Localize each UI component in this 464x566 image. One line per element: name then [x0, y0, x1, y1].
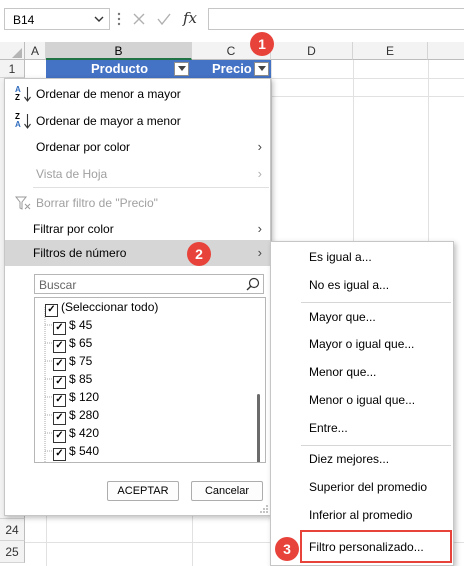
- row-header-25[interactable]: 25: [0, 541, 25, 563]
- menu-item-number-filters[interactable]: Filtros de número ›: [5, 240, 270, 266]
- submenu-item-greater-than[interactable]: Mayor que...: [309, 306, 376, 328]
- filter-active-button[interactable]: [254, 62, 269, 76]
- submenu-item-between[interactable]: Entre...: [309, 417, 348, 439]
- submenu-item-equals[interactable]: Es igual a...: [309, 246, 372, 268]
- filter-menu: A Z Ordenar de menor a mayor Z A Ordenar…: [4, 78, 271, 516]
- list-item[interactable]: ✓ $ 540: [53, 442, 99, 461]
- accept-button[interactable]: ACEPTAR: [107, 481, 179, 501]
- submenu-item-below-average[interactable]: Inferior al promedio: [309, 504, 412, 526]
- more-icon[interactable]: [116, 11, 122, 27]
- submenu-item-above-average[interactable]: Superior del promedio: [309, 476, 427, 498]
- menu-item-sort-asc[interactable]: A Z Ordenar de menor a mayor: [5, 81, 270, 107]
- step-badge-3: 3: [275, 537, 299, 561]
- number-filters-submenu: Es igual a... No es igual a... Mayor que…: [270, 241, 454, 566]
- search-icon: [246, 277, 260, 291]
- table-header-label: Producto: [91, 61, 149, 76]
- menu-item-sort-by-color[interactable]: Ordenar por color ›: [5, 134, 270, 160]
- menu-item-clear-filter: Borrar filtro de "Precio": [5, 190, 270, 216]
- search-placeholder: Buscar: [39, 278, 77, 292]
- column-header-b[interactable]: B: [46, 42, 192, 60]
- list-item[interactable]: ✓ $ 120: [53, 388, 99, 407]
- sort-descending-icon: Z A: [15, 112, 33, 130]
- menu-item-filter-by-color[interactable]: Filtrar por color ›: [5, 216, 270, 242]
- checkbox-checked-icon: ✓: [53, 448, 66, 461]
- name-box-value: B14: [13, 13, 35, 27]
- value-list: ✓ (Seleccionar todo) ✓ $ 45 ✓ $ 65 ✓ $ 75 ✓ $…: [34, 297, 266, 463]
- formula-input[interactable]: [208, 8, 464, 30]
- list-item-select-all[interactable]: ✓ (Seleccionar todo): [45, 298, 158, 317]
- name-box[interactable]: B14: [4, 8, 110, 30]
- column-header-d[interactable]: D: [271, 42, 353, 60]
- submenu-item-not-equals[interactable]: No es igual a...: [309, 274, 389, 296]
- dropdown-arrow-icon: [258, 66, 266, 71]
- menu-divider: [301, 302, 451, 303]
- submenu-item-less-or-equal[interactable]: Menor o igual que...: [309, 389, 415, 411]
- menu-item-label: Ordenar de mayor a menor: [36, 114, 181, 128]
- list-item[interactable]: ✓ $ 280: [53, 406, 99, 425]
- submenu-item-top-ten[interactable]: Diez mejores...: [309, 448, 389, 470]
- cancel-button[interactable]: Cancelar: [191, 481, 263, 501]
- column-header-f[interactable]: [428, 42, 464, 60]
- list-item[interactable]: ✓ $ 75: [53, 352, 92, 371]
- highlight-box: [300, 530, 452, 563]
- step-badge-1: 1: [250, 32, 274, 56]
- list-item[interactable]: ✓ $ 85: [53, 370, 92, 389]
- submenu-item-greater-or-equal[interactable]: Mayor o igual que...: [309, 333, 414, 355]
- column-header-e[interactable]: E: [353, 42, 428, 60]
- step-badge-2: 2: [187, 242, 211, 266]
- table-header-label: Precio: [212, 61, 252, 76]
- formula-controls: fx: [128, 6, 204, 32]
- filter-dropdown-button[interactable]: [174, 62, 189, 76]
- select-all-corner[interactable]: [0, 42, 25, 60]
- resize-grip-icon[interactable]: [259, 504, 269, 514]
- chevron-right-icon: ›: [257, 139, 262, 154]
- chevron-down-icon[interactable]: [93, 12, 105, 26]
- submenu-item-less-than[interactable]: Menor que...: [309, 361, 376, 383]
- menu-item-label: Borrar filtro de "Precio": [36, 196, 158, 210]
- enter-icon[interactable]: [156, 12, 172, 26]
- menu-item-label: Filtros de número: [33, 246, 127, 260]
- column-header-a[interactable]: A: [25, 42, 46, 60]
- cancel-icon[interactable]: [132, 12, 146, 26]
- select-all-triangle-icon: [12, 48, 22, 58]
- clear-filter-icon: [15, 196, 31, 210]
- list-item[interactable]: ✓ $ 45: [53, 316, 92, 335]
- list-scrollbar[interactable]: [257, 394, 260, 462]
- list-item[interactable]: ✓ $ 65: [53, 334, 92, 353]
- table-header-producto: Producto: [46, 60, 192, 78]
- chevron-right-icon: ›: [257, 166, 262, 181]
- list-item[interactable]: ✓ $ 420: [53, 424, 99, 443]
- menu-item-label: Vista de Hoja: [36, 167, 108, 181]
- search-input[interactable]: Buscar: [34, 274, 264, 294]
- menu-item-sheet-view: Vista de Hoja ›: [5, 161, 270, 187]
- row-header-24[interactable]: 24: [0, 519, 25, 541]
- chevron-right-icon: ›: [257, 245, 262, 260]
- insert-function-icon[interactable]: fx: [183, 9, 197, 27]
- menu-item-sort-desc[interactable]: Z A Ordenar de mayor a menor: [5, 108, 270, 134]
- chevron-right-icon: ›: [257, 221, 262, 236]
- menu-divider: [33, 187, 269, 188]
- menu-item-label: Filtrar por color: [33, 222, 114, 236]
- sort-ascending-icon: A Z: [15, 85, 33, 103]
- row-header-1[interactable]: 1: [0, 60, 25, 78]
- menu-item-label: Ordenar por color: [36, 140, 131, 154]
- menu-divider: [301, 445, 451, 446]
- menu-item-label: Ordenar de menor a mayor: [36, 87, 181, 101]
- dropdown-arrow-icon: [178, 66, 186, 71]
- tree-lines: [44, 307, 53, 462]
